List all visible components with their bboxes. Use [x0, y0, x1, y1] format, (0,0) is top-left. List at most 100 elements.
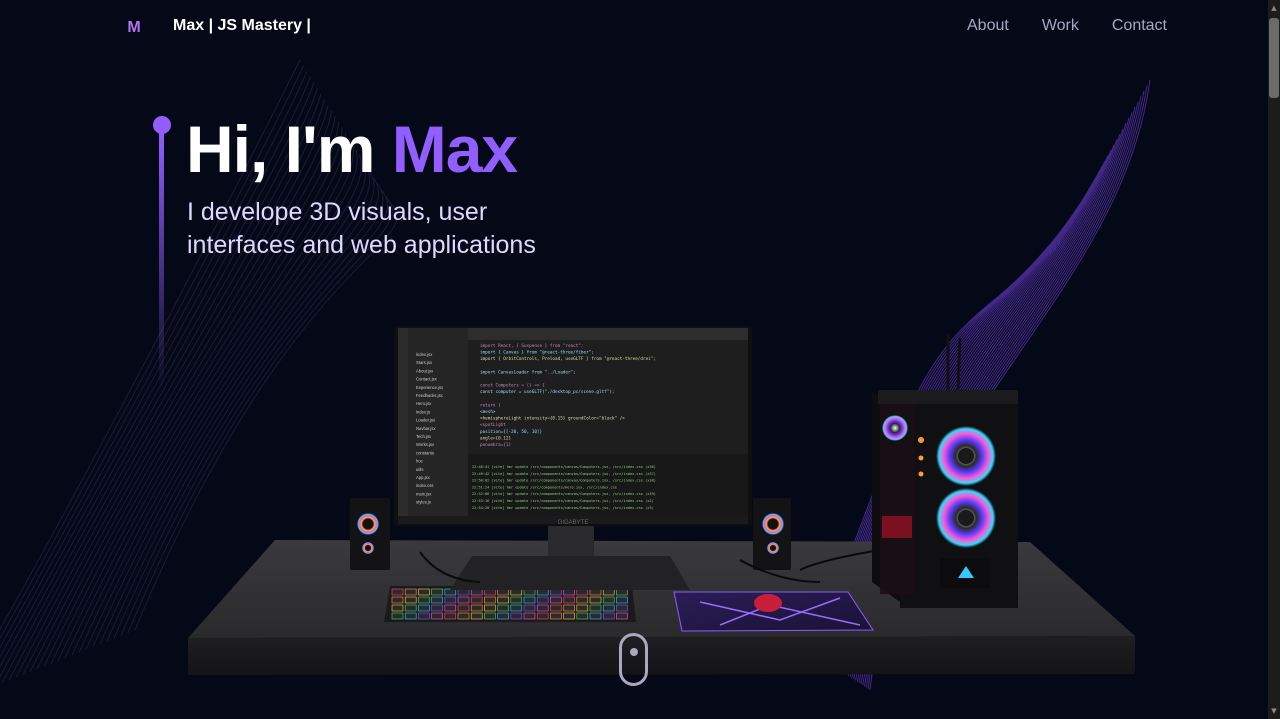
keyboard-key	[457, 604, 470, 612]
logo-icon[interactable]: M	[116, 10, 152, 46]
terminal-line: 22:52:06 [vite] hmr update /src/componen…	[472, 492, 656, 496]
keyboard-key	[497, 612, 509, 620]
keyboard-key	[418, 596, 430, 604]
keyboard-key	[550, 596, 562, 604]
keyboard-key	[536, 604, 549, 612]
keyboard-key	[444, 604, 457, 612]
explorer-item: utils	[416, 467, 423, 472]
code-line: penumbra={1}	[480, 442, 511, 448]
keyboard-key	[523, 604, 536, 612]
nav-link-contact[interactable]: Contact	[1112, 17, 1167, 35]
computer-desk-3d-canvas[interactable]: import React, { Suspense } from "react";…	[180, 320, 1140, 690]
code-line: import { OrbitControls, Preload, useGLTF…	[480, 356, 656, 362]
explorer-item: index.js	[416, 409, 430, 414]
desk-front	[188, 636, 1135, 675]
explorer-item: Feedbacks.jsx	[416, 393, 444, 398]
navbar: M Max | JS Mastery | About Work Contact	[0, 0, 1268, 56]
keyboard-key	[523, 596, 536, 604]
keyboard-key	[536, 596, 549, 604]
nav-link-work[interactable]: Work	[1042, 17, 1079, 35]
explorer-item: Contact.jsx	[416, 377, 438, 382]
explorer-item: Works.jsx	[416, 442, 435, 447]
code-line: angle={0.12}	[480, 435, 511, 441]
scrollbar-down-arrow-icon[interactable]: ▼	[1270, 707, 1278, 715]
keyboard-key	[563, 596, 575, 604]
pc-side-fan	[882, 415, 908, 441]
code-line: <hemisphereLight intensity={0.15} ground…	[480, 416, 625, 422]
hero-subtitle-line-1: I develope 3D visuals, user	[187, 198, 488, 226]
explorer-item: index.css	[416, 483, 433, 488]
keyboard-key	[602, 612, 615, 620]
keyboard-key	[431, 588, 443, 596]
keyboard-key	[470, 596, 483, 604]
explorer-item: Tech.jsx	[416, 434, 432, 439]
keyboard-key	[536, 612, 549, 620]
hero-title-prefix: Hi, I'm	[186, 112, 392, 186]
keyboard-key	[484, 604, 496, 612]
scrollbar-thumb[interactable]	[1269, 18, 1279, 98]
brand-name[interactable]: Max | JS Mastery |	[173, 17, 311, 35]
keyboard-key	[391, 588, 404, 596]
keyboard-key	[484, 612, 496, 620]
terminal-line: 22:53:16 [vite] hmr update /src/componen…	[472, 499, 654, 503]
terminal-line: 22:54:20 [vite] hmr update /src/componen…	[472, 506, 654, 510]
keyboard-key	[616, 596, 628, 604]
pc-front-fan-bottom-hub	[958, 510, 974, 526]
keyboard-key	[470, 612, 483, 620]
monitor-stand-base	[450, 556, 690, 590]
keyboard-key	[431, 612, 443, 620]
keyboard-key	[404, 588, 417, 596]
keyboard-key	[497, 596, 509, 604]
keyboard-key	[576, 612, 589, 620]
explorer-item: styles.js	[416, 500, 431, 505]
explorer-item: main.jsx	[416, 491, 432, 496]
explorer-item: Navbar.jsx	[416, 426, 436, 431]
scroll-down-indicator[interactable]	[619, 633, 648, 686]
hero-subtitle: I develope 3D visuals, user interfaces a…	[187, 196, 627, 262]
keyboard-key	[444, 612, 457, 620]
terminal-line: 22:50:02 [vite] hmr update /src/componen…	[472, 479, 656, 483]
keyboard-key	[589, 596, 602, 604]
terminal-line: 22:48:41 [vite] hmr update /src/componen…	[472, 465, 656, 469]
hero-accent-line	[159, 132, 164, 390]
keyboard-key	[576, 596, 589, 604]
keyboard-key	[444, 596, 457, 604]
speaker-right-woofer	[762, 513, 784, 535]
pc-gpu-red	[882, 516, 912, 538]
speaker-right-tweeter	[767, 542, 779, 554]
hero-title: Hi, I'm Max	[186, 111, 518, 187]
keyboard-key	[510, 604, 523, 612]
code-line: import CanvasLoader from "../Loader";	[480, 369, 576, 375]
code-line: <mesh>	[480, 409, 496, 415]
keyboard-key	[431, 596, 443, 604]
keyboard-key	[457, 612, 470, 620]
explorer-item: Hero.jsx	[416, 401, 432, 406]
keyboard-key	[589, 604, 602, 612]
keyboard-key	[418, 588, 430, 596]
keyboard-key	[602, 604, 615, 612]
terminal-line: 22:49:42 [vite] hmr update /src/componen…	[472, 472, 656, 476]
keyboard-key	[563, 604, 575, 612]
keyboard-key	[576, 604, 589, 612]
pc-front-fan-top-hub	[958, 448, 974, 464]
explorer-item: About.jsx	[416, 368, 434, 373]
hero-title-name: Max	[391, 112, 518, 186]
keyboard-key	[602, 596, 615, 604]
keyboard-key	[523, 612, 536, 620]
pc-case-top	[878, 390, 1018, 404]
scrollbar-up-arrow-icon[interactable]: ▲	[1270, 4, 1278, 12]
speaker-left-woofer	[357, 513, 379, 535]
scrollbar-track[interactable]	[1268, 0, 1280, 719]
keyboard-key	[616, 604, 628, 612]
pc-antenna-2	[956, 337, 962, 391]
explorer-item: Experience.jsx	[416, 385, 444, 390]
nav-links: About Work Contact	[967, 17, 1167, 35]
vscode-activitybar	[398, 328, 408, 524]
keyboard-key	[497, 604, 509, 612]
code-line: const computer = useGLTF("./desktop_pc/s…	[480, 389, 615, 395]
keyboard-key	[391, 596, 404, 604]
explorer-item: App.jsx	[416, 475, 431, 480]
keyboard-key	[550, 604, 562, 612]
speaker-left-tweeter	[362, 542, 374, 554]
nav-link-about[interactable]: About	[967, 17, 1009, 35]
